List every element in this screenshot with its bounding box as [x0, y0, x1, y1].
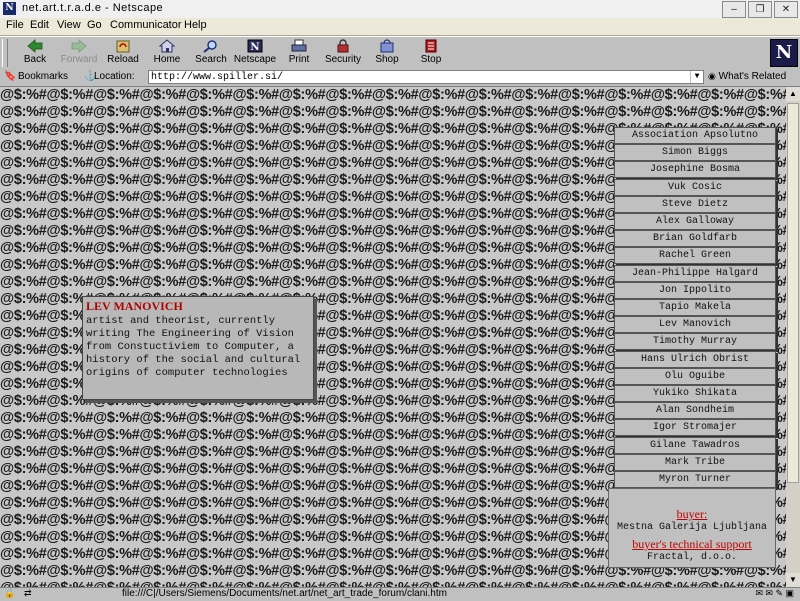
artist-link[interactable]: Josephine Bosma: [614, 161, 776, 179]
menu-view[interactable]: View: [57, 19, 81, 31]
security-lock-icon: [335, 39, 351, 53]
artist-link[interactable]: Brian Goldfarb: [614, 230, 776, 248]
menu-bar: File Edit View Go Communicator Help: [0, 18, 800, 36]
buyer-name: Mestna Galerija Ljubljana: [616, 522, 768, 533]
shop-bag-icon: [379, 39, 395, 53]
scroll-down-icon[interactable]: ▼: [786, 573, 800, 587]
artist-link[interactable]: Lev Manovich: [614, 316, 776, 334]
search-label: Search: [195, 54, 227, 65]
navigation-toolbar: Back Forward Reload Home Search N Netsca…: [0, 36, 800, 70]
home-label: Home: [153, 54, 181, 65]
netscape-icon: N: [247, 39, 263, 53]
artist-link[interactable]: Myron Turner: [614, 471, 776, 488]
artist-info-popup: LEV MANOVICH artist and theorist, curren…: [82, 296, 314, 400]
stop-button[interactable]: Stop: [409, 37, 453, 69]
artist-link[interactable]: Alan Sondheim: [614, 402, 776, 420]
status-text: file:///C|/Users/Siemens/Documents/net.a…: [122, 588, 447, 599]
reload-label: Reload: [107, 54, 139, 65]
window-title: net.art.t.r.a.d.e - Netscape: [22, 2, 164, 14]
menu-edit[interactable]: Edit: [30, 19, 49, 31]
netscape-label: Netscape: [233, 54, 277, 65]
menu-go[interactable]: Go: [87, 19, 102, 31]
security-status-icon[interactable]: 🔒: [4, 588, 15, 599]
print-button[interactable]: Print: [277, 37, 321, 69]
print-icon: [291, 39, 307, 53]
url-input[interactable]: http://www.spiller.si/ ▼: [148, 70, 704, 84]
reload-button[interactable]: Reload: [101, 37, 145, 69]
netscape-button[interactable]: N Netscape: [233, 37, 277, 69]
forward-button[interactable]: Forward: [57, 37, 101, 69]
artist-link[interactable]: Tapio Makela: [614, 299, 776, 316]
url-text: http://www.spiller.si/: [151, 72, 284, 83]
print-label: Print: [288, 54, 310, 65]
menu-communicator[interactable]: Communicator: [110, 19, 182, 31]
chevron-down-icon[interactable]: ▼: [690, 71, 703, 83]
search-icon: [203, 39, 219, 53]
netscape-app-icon[interactable]: N: [3, 2, 16, 15]
menu-file[interactable]: File: [6, 19, 24, 31]
artist-link[interactable]: Igor Stromajer: [614, 419, 776, 437]
stop-label: Stop: [420, 54, 442, 65]
back-button[interactable]: Back: [13, 37, 57, 69]
artist-link[interactable]: Timothy Murray: [614, 333, 776, 351]
artist-link[interactable]: Steve Dietz: [614, 195, 776, 213]
menu-help[interactable]: Help: [184, 19, 207, 31]
back-arrow-icon: [27, 39, 43, 53]
reload-icon: [115, 39, 131, 53]
home-button[interactable]: Home: [145, 37, 189, 69]
artist-link[interactable]: Gilane Tawadros: [614, 436, 776, 454]
forward-arrow-icon: [71, 39, 87, 53]
stop-icon: [423, 39, 439, 53]
artist-link[interactable]: Rachel Green: [614, 247, 776, 265]
buyer-support-link[interactable]: buyer's technical support: [609, 537, 775, 552]
shop-button[interactable]: Shop: [365, 37, 409, 69]
svg-text:N: N: [250, 42, 259, 53]
artist-link[interactable]: Association Apsolutno: [614, 127, 776, 144]
related-icon: ◉: [708, 71, 716, 81]
popup-description: artist and theorist, currently writing T…: [86, 315, 301, 379]
buyer-panel: buyer: Mestna Galerija Ljubljana buyer's…: [608, 488, 776, 568]
artist-link[interactable]: Jean-Philippe Halgard: [614, 264, 776, 282]
location-label: Location:: [94, 71, 135, 82]
scroll-thumb[interactable]: [787, 103, 799, 483]
minimize-button[interactable]: –: [722, 1, 746, 18]
location-bar: 🔖 Bookmarks ⚓ Location: http://www.spill…: [0, 69, 800, 87]
forward-label: Forward: [60, 54, 98, 65]
connection-status-icon: ⇄: [24, 588, 32, 598]
support-name: Fractal, d.o.o.: [646, 552, 737, 563]
buyer-link[interactable]: buyer:: [609, 507, 775, 522]
search-button[interactable]: Search: [189, 37, 233, 69]
popup-artist-name: LEV MANOVICH: [86, 299, 183, 313]
toolbar-grip[interactable]: [2, 39, 8, 67]
artist-link[interactable]: Jon Ippolito: [614, 281, 776, 299]
component-bar-icons[interactable]: ✉ ✉ ✎ ▣: [755, 588, 794, 599]
whats-related-label: What's Related: [718, 71, 787, 82]
bookmark-ribbon-icon[interactable]: 🔖: [4, 71, 16, 82]
artist-link[interactable]: Hans Ulrich Obrist: [614, 350, 776, 368]
artist-link[interactable]: Alex Galloway: [614, 213, 776, 230]
shop-label: Shop: [375, 54, 399, 65]
artist-link[interactable]: Mark Tribe: [614, 453, 776, 471]
whats-related-button[interactable]: ◉ What's Related: [708, 71, 786, 82]
bookmarks-button[interactable]: Bookmarks: [18, 71, 68, 82]
artist-link[interactable]: Vuk Cosic: [614, 178, 776, 196]
maximize-button[interactable]: ❐: [748, 1, 772, 18]
vertical-scrollbar[interactable]: ▲ ▼: [786, 87, 800, 587]
title-bar: N net.art.t.r.a.d.e - Netscape – ❐ ✕: [0, 0, 800, 19]
status-bar: 🔒 ⇄ file:///C|/Users/Siemens/Documents/n…: [0, 587, 800, 601]
artist-link[interactable]: Simon Biggs: [614, 144, 776, 162]
artist-link[interactable]: Yukiko Shikata: [614, 385, 776, 402]
netscape-logo[interactable]: N: [770, 39, 798, 67]
artist-link[interactable]: Olu Oguibe: [614, 367, 776, 385]
close-button[interactable]: ✕: [774, 1, 798, 18]
security-label: Security: [324, 54, 362, 65]
back-label: Back: [23, 54, 47, 65]
scroll-up-icon[interactable]: ▲: [786, 87, 800, 101]
security-button[interactable]: Security: [321, 37, 365, 69]
home-icon: [158, 39, 176, 53]
